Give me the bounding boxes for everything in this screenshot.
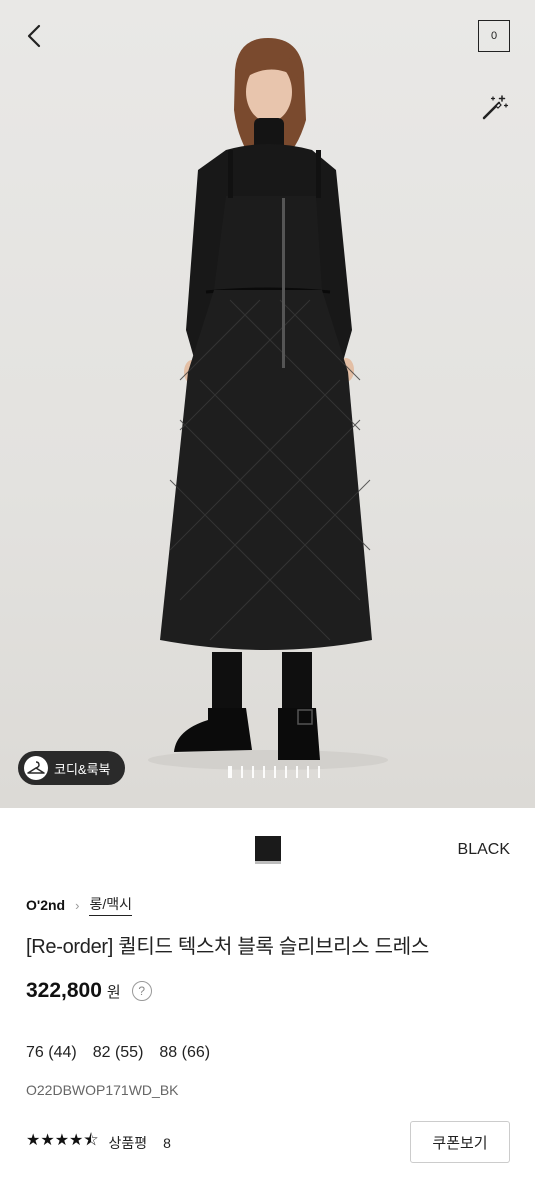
back-button[interactable] — [18, 20, 50, 52]
pagination-dot[interactable] — [285, 766, 287, 778]
coordi-lookbook-button[interactable]: 코디&룩북 — [18, 751, 125, 785]
pagination-dot[interactable] — [307, 766, 309, 778]
size-option[interactable]: 82 (55) — [93, 1044, 144, 1062]
pagination-dot[interactable] — [274, 766, 276, 778]
pagination-dot[interactable] — [263, 766, 265, 778]
magic-wand-icon — [482, 95, 509, 120]
color-swatch-black[interactable] — [255, 836, 281, 864]
pagination-dot[interactable] — [296, 766, 298, 778]
image-pagination[interactable] — [228, 766, 320, 778]
size-option[interactable]: 76 (44) — [26, 1044, 77, 1062]
currency: 원 — [106, 983, 121, 1001]
chevron-right-icon: › — [75, 897, 80, 913]
color-name: BLACK — [457, 841, 510, 858]
product-image[interactable]: 0 코디&룩북 — [0, 0, 535, 808]
product-title: [Re-order] 퀼티드 텍스처 블록 슬리브리스 드레스 — [26, 936, 429, 958]
pagination-dot[interactable] — [241, 766, 243, 778]
magic-wand-button[interactable] — [478, 92, 510, 124]
chevron-left-icon — [27, 24, 41, 48]
hanger-icon — [24, 756, 48, 780]
size-list: 76 (44) 82 (55) 88 (66) — [26, 1044, 210, 1062]
star-rating: ★★★★⯪ — [26, 1132, 99, 1149]
price: 322,800 — [26, 979, 102, 1002]
pagination-dot[interactable] — [252, 766, 254, 778]
help-icon[interactable]: ? — [131, 981, 152, 1001]
model-photo — [148, 38, 388, 770]
review-label: 상품평 — [108, 1134, 148, 1151]
brand-link[interactable]: O'2nd — [26, 897, 65, 913]
category-link[interactable]: 롱/맥시 — [89, 894, 132, 916]
pagination-dot[interactable] — [318, 766, 320, 778]
size-option[interactable]: 88 (66) — [159, 1044, 210, 1062]
cart-count: 0 — [490, 30, 498, 42]
product-sku: O22DBWOP171WD_BK — [26, 1082, 179, 1098]
cart-button[interactable]: 0 — [478, 20, 510, 52]
coupon-button[interactable]: 쿠폰보기 — [410, 1121, 510, 1163]
pagination-dot[interactable] — [228, 766, 232, 778]
review-row[interactable]: ★★★★⯪ 상품평 8 — [26, 1129, 171, 1156]
coordi-label: 코디&룩북 — [54, 761, 111, 777]
color-option-row: BLACK — [0, 820, 535, 880]
review-count: 8 — [163, 1134, 171, 1151]
breadcrumb: O'2nd › 롱/맥시 — [26, 894, 132, 916]
price-row: 322,800 원 ? — [26, 979, 152, 1003]
